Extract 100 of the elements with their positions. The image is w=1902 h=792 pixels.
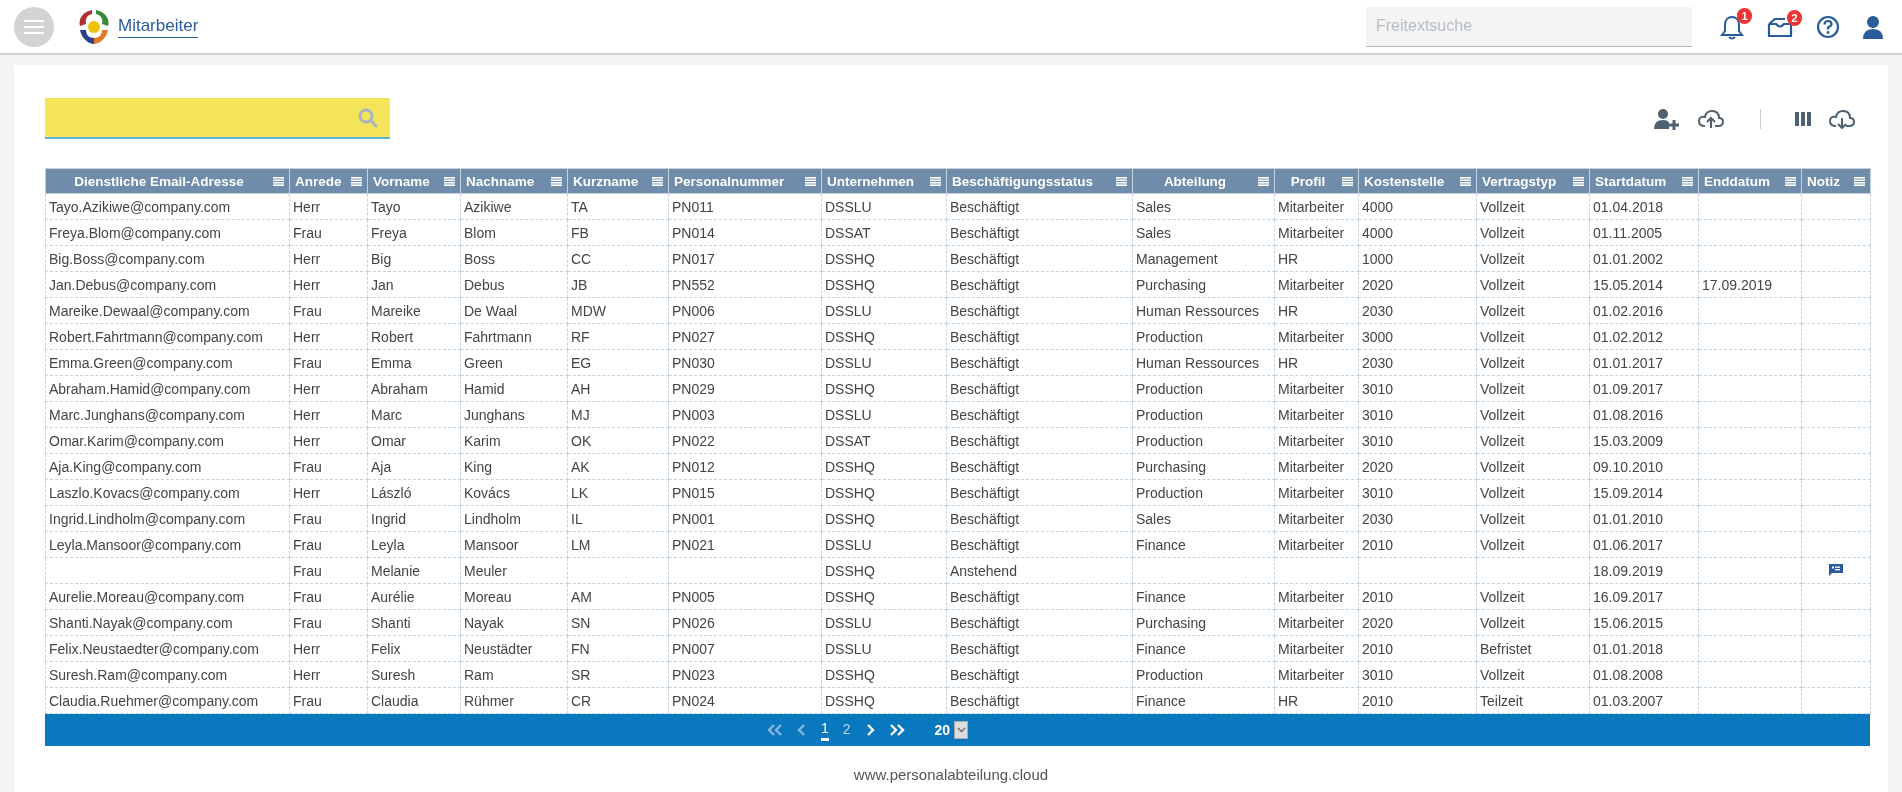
column-menu-icon[interactable] xyxy=(1682,176,1693,186)
table-cell: Vollzeit xyxy=(1476,531,1590,558)
column-header[interactable]: Vorname xyxy=(367,168,461,194)
column-menu-icon[interactable] xyxy=(1116,176,1127,186)
table-cell: Frau xyxy=(289,505,368,532)
message-count: 2 xyxy=(1787,9,1802,26)
search-field[interactable]: Freitextsuche xyxy=(1366,6,1692,47)
table-cell: 2010 xyxy=(1358,687,1477,714)
table-cell: Beschäftigt xyxy=(946,219,1133,246)
column-menu-icon[interactable] xyxy=(551,176,562,186)
page-link[interactable]: 1 xyxy=(820,719,829,741)
table-cell: Vollzeit xyxy=(1476,245,1590,272)
table-cell: 3010 xyxy=(1358,479,1477,506)
table-cell: DSSHQ xyxy=(821,687,947,714)
column-menu-icon[interactable] xyxy=(652,176,663,186)
column-menu-icon[interactable] xyxy=(1785,176,1796,186)
table-cell: HR xyxy=(1274,245,1359,272)
first-page-icon[interactable] xyxy=(766,724,783,736)
column-menu-icon[interactable] xyxy=(1460,176,1471,186)
columns-icon xyxy=(1795,111,1811,126)
page-link[interactable]: 2 xyxy=(842,721,851,739)
table-cell: Mitarbeiter xyxy=(1274,193,1359,220)
column-header[interactable]: Kurzname xyxy=(567,168,669,194)
table-cell: Beschäftigt xyxy=(946,427,1133,454)
table-cell: Debus xyxy=(460,271,568,298)
table-cell: 01.01.2018 xyxy=(1589,635,1699,662)
columns-button[interactable] xyxy=(1793,109,1813,128)
column-header[interactable]: Kostenstelle xyxy=(1358,168,1477,194)
table-cell: HR xyxy=(1274,349,1359,376)
table-cell: Frau xyxy=(289,583,368,610)
column-header[interactable]: Beschäftigungsstatus xyxy=(946,168,1133,194)
column-header[interactable]: Profil xyxy=(1274,168,1359,194)
table-cell: PN015 xyxy=(668,479,822,506)
table-cell: Mitarbeiter xyxy=(1274,375,1359,402)
table-cell: Frau xyxy=(289,453,368,480)
next-page-icon[interactable] xyxy=(864,724,875,736)
table-cell: 3000 xyxy=(1358,323,1477,350)
table-cell: Vollzeit xyxy=(1476,219,1590,246)
column-menu-icon[interactable] xyxy=(273,176,284,186)
column-menu-icon[interactable] xyxy=(1854,176,1865,186)
table-cell: DSSLU xyxy=(821,401,947,428)
column-header[interactable]: Startdatum xyxy=(1589,168,1699,194)
column-header[interactable]: Vertragstyp xyxy=(1476,168,1590,194)
column-menu-icon[interactable] xyxy=(805,176,816,186)
column-header[interactable]: Notiz xyxy=(1801,168,1871,194)
table-cell: Mitarbeiter xyxy=(1274,609,1359,636)
table-cell: Neustädter xyxy=(460,635,568,662)
table-cell: TA xyxy=(567,193,669,220)
table-cell: Vollzeit xyxy=(1476,453,1590,480)
table-cell: Herr xyxy=(289,375,368,402)
last-page-icon[interactable] xyxy=(888,724,905,736)
table-cell: FB xyxy=(567,219,669,246)
table-cell: Finance xyxy=(1132,531,1275,558)
table-cell: 01.01.2017 xyxy=(1589,349,1699,376)
column-menu-icon[interactable] xyxy=(351,176,362,186)
column-header[interactable]: Nachname xyxy=(460,168,568,194)
column-menu-icon[interactable] xyxy=(1573,176,1584,186)
table-cell: Emma.Green@company.com xyxy=(45,349,290,376)
column-menu-icon[interactable] xyxy=(444,176,455,186)
table-cell: Junghans xyxy=(460,401,568,428)
page-size-dropdown[interactable] xyxy=(954,721,969,739)
table-cell: Vollzeit xyxy=(1476,583,1590,610)
table-cell: Freya.Blom@company.com xyxy=(45,219,290,246)
table-cell: PN030 xyxy=(668,349,822,376)
table-cell: Emma xyxy=(367,349,461,376)
table-cell: Purchasing xyxy=(1132,453,1275,480)
table-cell: PN027 xyxy=(668,323,822,350)
note-icon[interactable] xyxy=(1829,563,1843,576)
cloud-download-icon xyxy=(1829,108,1855,129)
table-cell: Rühmer xyxy=(460,687,568,714)
column-menu-icon[interactable] xyxy=(1342,176,1353,186)
app-title[interactable]: Mitarbeiter xyxy=(118,15,199,38)
column-menu-icon[interactable] xyxy=(930,176,941,186)
column-title: Kurzname xyxy=(573,173,639,189)
previous-page-icon[interactable] xyxy=(796,724,807,736)
table-cell: JB xyxy=(567,271,669,298)
table-cell: 3010 xyxy=(1358,401,1477,428)
table-cell: King xyxy=(460,453,568,480)
column-menu-icon[interactable] xyxy=(1258,176,1269,186)
table-cell: Production xyxy=(1132,427,1275,454)
table-cell: DSSHQ xyxy=(821,271,947,298)
column-header[interactable]: Personalnummer xyxy=(668,168,822,194)
column-title: Nachname xyxy=(466,173,535,189)
column-header[interactable]: Enddatum xyxy=(1698,168,1802,194)
table-cell: Mitarbeiter xyxy=(1274,505,1359,532)
table-cell: Omar.Karim@company.com xyxy=(45,427,290,454)
filter-field[interactable] xyxy=(45,98,390,139)
column-header[interactable]: Dienstliche Email-Adresse xyxy=(45,168,290,194)
column-header[interactable]: Abteilung xyxy=(1132,168,1275,194)
column-header[interactable]: Unternehmen xyxy=(821,168,947,194)
column-title: Dienstliche Email-Adresse xyxy=(74,173,244,189)
column-title: Profil xyxy=(1290,173,1326,189)
column-header[interactable]: Anrede xyxy=(289,168,368,194)
table-cell: Kovács xyxy=(460,479,568,506)
table-cell: Mitarbeiter xyxy=(1274,427,1359,454)
table-cell: Robert.Fahrtmann@company.com xyxy=(45,323,290,350)
table-cell: LK xyxy=(567,479,669,506)
table-cell: Beschäftigt xyxy=(946,687,1133,714)
table-cell: Vollzeit xyxy=(1476,505,1590,532)
footer-link[interactable]: www.personalabteilung.cloud xyxy=(853,766,1049,783)
